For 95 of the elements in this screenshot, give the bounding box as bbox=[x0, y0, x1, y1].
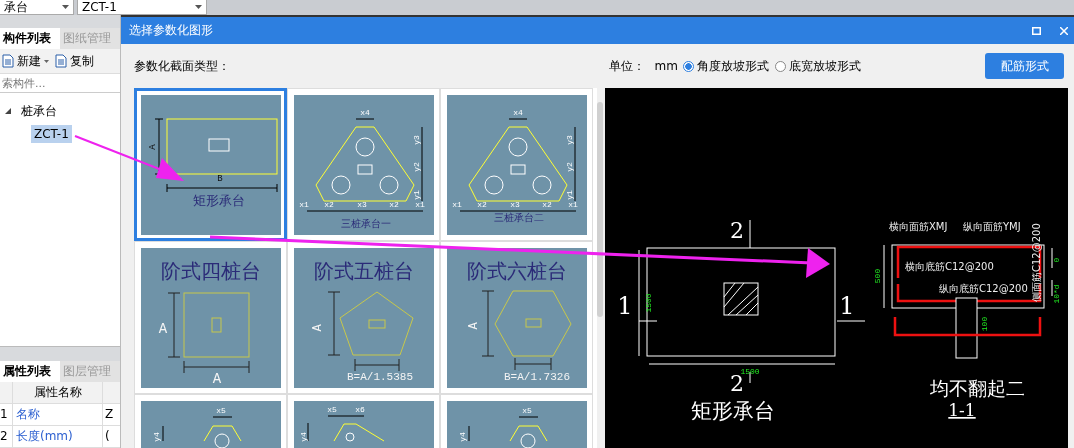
rebar-label: 横向底筋C12@200 bbox=[905, 261, 994, 272]
property-value: ( bbox=[104, 428, 111, 445]
tree-item[interactable]: ZCT-1 bbox=[31, 125, 72, 143]
property-name[interactable]: 长度(mm) bbox=[13, 426, 103, 447]
caret-icon bbox=[44, 59, 49, 63]
dimension-label: y3 bbox=[564, 134, 574, 145]
shape-option[interactable]: 阶式六桩台 A B=A/1.7326 bbox=[440, 241, 593, 394]
caret-icon bbox=[195, 5, 202, 9]
dimension-label: x3 bbox=[356, 199, 367, 209]
row-number: 2 bbox=[0, 426, 13, 447]
close-icon[interactable] bbox=[1060, 26, 1068, 35]
dimension-label: 10*d bbox=[1052, 284, 1061, 304]
dimension-label: y4 bbox=[457, 431, 467, 442]
shape-option[interactable]: 阶式五桩台 A B=A/1.5385 bbox=[287, 241, 440, 394]
panel-tab[interactable]: 构件列表 bbox=[0, 28, 60, 49]
dimension-label: B bbox=[216, 173, 223, 184]
radio-button[interactable] bbox=[775, 60, 786, 72]
dimension-label: B=A/1.7326 bbox=[503, 370, 570, 383]
section-title: 均不翻起二 bbox=[929, 377, 1025, 399]
section-type-label: 参数化截面类型： bbox=[134, 57, 231, 75]
unit-value: mm bbox=[654, 59, 678, 73]
dimension-label: y4 bbox=[151, 431, 161, 442]
dimension-label: y2 bbox=[411, 161, 421, 172]
toolbar-button[interactable]: 新建 bbox=[2, 52, 49, 70]
caret-icon bbox=[62, 5, 69, 9]
section-mark: 1 bbox=[617, 292, 633, 320]
section-mark: 2 bbox=[730, 218, 744, 243]
dimension-label: x4 bbox=[359, 107, 370, 117]
shape-title: 矩形承台 bbox=[192, 192, 245, 208]
dimension-label: 500 bbox=[873, 268, 882, 284]
shape-option[interactable]: x5 x6 y4 bbox=[287, 394, 440, 448]
dimension-label: x6 bbox=[354, 404, 365, 414]
new-document-icon bbox=[2, 54, 14, 68]
dimension-label: y4 bbox=[298, 431, 308, 442]
rebar-label: 纵向面筋YMJ bbox=[963, 221, 1021, 232]
column-header: 属性名称 bbox=[13, 382, 103, 403]
dimension-label: x5 bbox=[326, 404, 337, 414]
shape-title: 阶式四桩台 bbox=[160, 258, 261, 283]
plan-title: 矩形承台 bbox=[691, 399, 775, 423]
panel-tab[interactable]: 属性列表 bbox=[0, 361, 60, 382]
dimension-label: 100 bbox=[980, 316, 989, 332]
dimension-label: x1 bbox=[414, 199, 425, 209]
dimension-label: 1500 bbox=[644, 293, 653, 313]
dimension-label: x1 bbox=[567, 199, 578, 209]
property-name[interactable]: 名称 bbox=[13, 404, 103, 425]
dropdown[interactable]: 承台 bbox=[0, 0, 74, 15]
dimension-label: y1 bbox=[411, 189, 421, 200]
shape-option[interactable]: A B 矩形承台 bbox=[134, 88, 287, 241]
dimension-label: x5 bbox=[215, 405, 226, 415]
shape-option[interactable]: x5 y4 bbox=[440, 394, 593, 448]
dimension-label: y3 bbox=[411, 134, 421, 145]
shape-title: 阶式六桩台 bbox=[466, 258, 567, 283]
rebar-label: 侧面筋C12@200 bbox=[1031, 223, 1042, 302]
dimension-label: A bbox=[310, 323, 325, 332]
scrollbar-thumb[interactable] bbox=[597, 102, 603, 317]
dimension-label: A bbox=[466, 321, 481, 330]
toolbar-button[interactable]: 复制 bbox=[55, 52, 94, 70]
shape-option[interactable]: x5 y4 bbox=[134, 394, 287, 448]
radio-button[interactable] bbox=[683, 60, 694, 72]
section-mark: 1 bbox=[839, 292, 855, 320]
radio-label[interactable]: 角度放坡形式 bbox=[697, 57, 769, 75]
dimension-label: x3 bbox=[509, 199, 520, 209]
section-name: 1-1 bbox=[948, 400, 976, 420]
dimension-label: x2 bbox=[388, 199, 399, 209]
rebar-label: 横向面筋XMJ bbox=[889, 221, 948, 232]
shape-title: 阶式五桩台 bbox=[313, 258, 414, 283]
copy-icon bbox=[55, 54, 67, 68]
property-value: Z bbox=[104, 406, 115, 423]
dimension-label: A bbox=[158, 320, 167, 337]
dimension-label: y1 bbox=[564, 189, 574, 200]
dimension-label: x4 bbox=[512, 107, 523, 117]
radio-label[interactable]: 底宽放坡形式 bbox=[789, 57, 861, 75]
rebar-style-button[interactable]: 配筋形式 bbox=[985, 53, 1064, 79]
search-field[interactable]: 索构件... bbox=[0, 74, 120, 93]
dimension-label: A bbox=[147, 143, 158, 150]
rebar-label: 纵向底筋C12@200 bbox=[939, 283, 1028, 294]
dimension-label: 1500 bbox=[740, 367, 760, 376]
maximize-icon[interactable] bbox=[1032, 26, 1041, 35]
dimension-label: x2 bbox=[476, 199, 487, 209]
dropdown[interactable]: ZCT-1 bbox=[77, 0, 207, 15]
unit-label: 单位： bbox=[608, 57, 645, 75]
dimension-label: x1 bbox=[298, 199, 309, 209]
dimension-label: x2 bbox=[541, 199, 552, 209]
dimension-label: x5 bbox=[521, 405, 532, 415]
shape-option[interactable]: 阶式四桩台 A A bbox=[134, 241, 287, 394]
dimension-label: A bbox=[212, 370, 221, 387]
row-number: 1 bbox=[0, 404, 13, 425]
dimension-label: x1 bbox=[451, 199, 462, 209]
expanded-caret-icon[interactable] bbox=[5, 108, 11, 114]
dimension-label: B=A/1.5385 bbox=[346, 370, 413, 383]
dimension-label: y2 bbox=[564, 161, 574, 172]
dimension-label: 0 bbox=[1052, 257, 1061, 263]
dimension-label: x2 bbox=[323, 199, 334, 209]
tree-item[interactable]: 桩承台 bbox=[18, 100, 60, 122]
dialog-title: 选择参数化图形 bbox=[129, 22, 214, 39]
